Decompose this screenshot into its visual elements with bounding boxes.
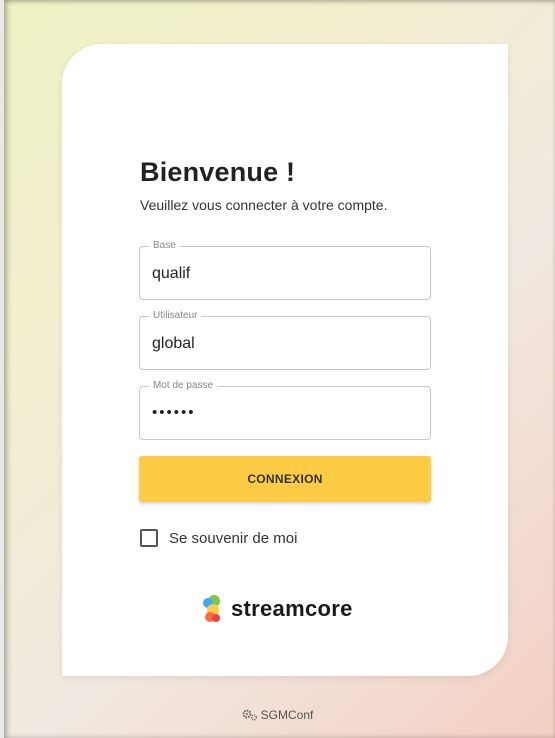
brand-name: streamcore <box>231 596 353 621</box>
user-field[interactable]: Utilisateur global <box>139 310 431 370</box>
base-field-value[interactable]: qualif <box>152 265 190 283</box>
base-field-label: Base <box>149 240 180 251</box>
base-field[interactable]: Base qualif <box>139 240 431 300</box>
page-title: Bienvenue ! <box>140 157 296 187</box>
password-field-label: Mot de passe <box>149 380 218 391</box>
password-field-value[interactable]: •••••• <box>152 404 196 421</box>
gears-icon <box>242 709 257 721</box>
remember-me-label: Se souvenir de moi <box>169 529 298 547</box>
user-field-value[interactable]: global <box>152 335 195 353</box>
remember-me-checkbox[interactable] <box>140 529 158 547</box>
remember-me-toggle[interactable]: Se souvenir de moi <box>140 529 297 547</box>
footer-app-name: SGMConf <box>260 708 314 722</box>
user-field-label: Utilisateur <box>149 310 202 321</box>
streamcore-logo-icon <box>203 595 220 622</box>
footer: SGMConf <box>0 708 555 722</box>
password-field[interactable]: Mot de passe •••••• <box>139 380 431 440</box>
login-button[interactable]: CONNEXION <box>139 456 431 502</box>
brand-logo: streamcore <box>201 594 353 624</box>
page-subtitle: Veuillez vous connecter à votre compte. <box>140 197 388 213</box>
